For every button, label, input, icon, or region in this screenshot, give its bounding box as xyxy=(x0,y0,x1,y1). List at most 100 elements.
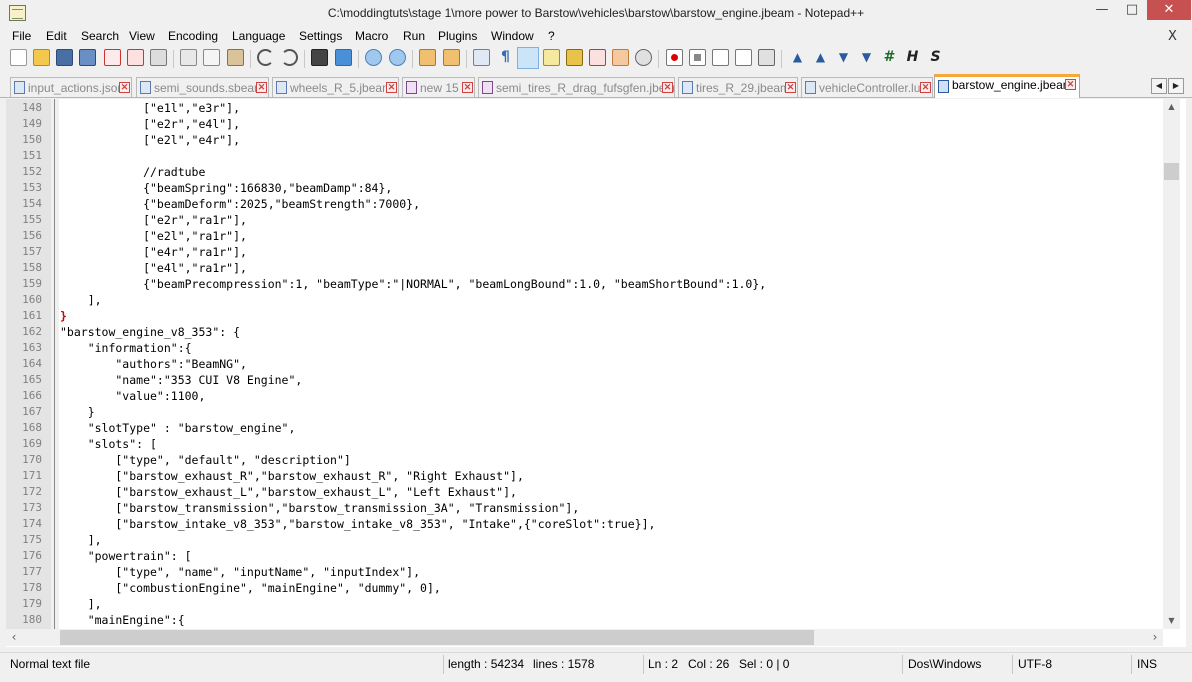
tab-close-icon[interactable]: ✕ xyxy=(1065,79,1076,90)
tab-close-icon[interactable]: ✕ xyxy=(256,82,267,93)
tab-tires-r-29[interactable]: tires_R_29.jbeam ✕ xyxy=(678,77,798,97)
code-line: ], xyxy=(60,293,102,307)
menu-edit[interactable]: Edit xyxy=(46,29,67,43)
save-icon[interactable] xyxy=(56,49,73,66)
paste-icon[interactable] xyxy=(227,49,244,66)
scroll-down-icon[interactable]: ▼ xyxy=(1163,613,1180,629)
tab-semi-tires[interactable]: semi_tires_R_drag_fufsgfen.jbeam ✕ xyxy=(478,77,675,97)
close-document-button[interactable]: X xyxy=(1168,29,1177,44)
code-line: ["e2r","e4l"], xyxy=(60,117,241,131)
status-eol[interactable]: Dos\Windows xyxy=(908,657,981,671)
tab-new-15[interactable]: new 15 ✕ xyxy=(402,77,475,97)
horizontal-scroll-thumb[interactable] xyxy=(60,630,814,645)
code-line: "authors":"BeamNG", xyxy=(60,357,247,371)
menu-language[interactable]: Language xyxy=(232,29,285,43)
tab-label: semi_sounds.sbeam xyxy=(154,81,265,95)
sync-vertical-icon[interactable] xyxy=(419,49,436,66)
zoom-in-icon[interactable] xyxy=(365,49,382,66)
menu-file[interactable]: File xyxy=(12,29,31,43)
minimize-button[interactable]: — xyxy=(1087,0,1117,20)
code-line: ["e1l","e3r"], xyxy=(60,101,241,115)
tab-input-actions[interactable]: input_actions.json ✕ xyxy=(10,77,132,97)
play-macro-icon[interactable] xyxy=(712,49,729,66)
replace-icon[interactable] xyxy=(335,49,352,66)
scroll-right-icon[interactable]: › xyxy=(1147,629,1163,646)
sync-horizontal-icon[interactable] xyxy=(443,49,460,66)
fold-margin[interactable] xyxy=(51,99,59,629)
indent-guide-icon[interactable] xyxy=(517,47,539,69)
notepad-plus-plus-window: C:\moddingtuts\stage 1\more power to Bar… xyxy=(0,0,1192,682)
menu-settings[interactable]: Settings xyxy=(299,29,342,43)
tab-close-icon[interactable]: ✕ xyxy=(462,82,473,93)
menu-window[interactable]: Window xyxy=(491,29,534,43)
find-icon[interactable] xyxy=(311,49,328,66)
tab-close-icon[interactable]: ✕ xyxy=(386,82,397,93)
record-macro-icon[interactable] xyxy=(666,49,683,66)
toolbar-separator xyxy=(358,50,359,68)
close-icon[interactable] xyxy=(104,49,121,66)
plugin-down-icon[interactable]: ▼ xyxy=(835,49,852,66)
tab-wheels-r-5[interactable]: wheels_R_5.jbeam ✕ xyxy=(272,77,399,97)
tab-close-icon[interactable]: ✕ xyxy=(785,82,796,93)
menu-run[interactable]: Run xyxy=(403,29,425,43)
vertical-scroll-thumb[interactable] xyxy=(1164,163,1179,180)
tab-scroll-right-icon[interactable]: ▶ xyxy=(1168,78,1184,94)
tab-close-icon[interactable]: ✕ xyxy=(920,82,931,93)
horizontal-scrollbar[interactable]: ‹ › xyxy=(6,629,1163,646)
menu-encoding[interactable]: Encoding xyxy=(168,29,218,43)
status-insert-mode[interactable]: INS xyxy=(1137,657,1157,671)
monitoring-icon[interactable] xyxy=(635,49,652,66)
open-file-icon[interactable] xyxy=(33,49,50,66)
scroll-left-icon[interactable]: ‹ xyxy=(6,629,22,646)
close-all-icon[interactable] xyxy=(127,49,144,66)
undo-icon[interactable] xyxy=(257,49,274,66)
code-line: ["e2r","ra1r"], xyxy=(60,213,247,227)
code-line: ["e4l","ra1r"], xyxy=(60,261,247,275)
menu-view[interactable]: View xyxy=(129,29,155,43)
show-all-characters-icon[interactable]: ¶ xyxy=(497,49,514,66)
close-window-button[interactable]: ✕ xyxy=(1147,0,1191,20)
editor-area[interactable]: 148 149 150 151 152 153 154 155 156 157 158 159 160 1… xyxy=(6,99,1186,647)
menu-help[interactable]: ? xyxy=(548,29,555,43)
doc-map-icon[interactable] xyxy=(566,49,583,66)
line-number: 170 xyxy=(22,453,42,466)
code-line: ["e2l","ra1r"], xyxy=(60,229,247,243)
plugin-s-icon[interactable]: S xyxy=(927,49,944,66)
toolbar-separator xyxy=(781,50,782,68)
menu-search[interactable]: Search xyxy=(81,29,119,43)
menu-macro[interactable]: Macro xyxy=(355,29,388,43)
plugin-h-icon[interactable]: H xyxy=(904,49,921,66)
status-encoding[interactable]: UTF-8 xyxy=(1018,657,1052,671)
save-macro-icon[interactable] xyxy=(758,49,775,66)
folder-workspace-icon[interactable] xyxy=(612,49,629,66)
scroll-up-icon[interactable]: ▲ xyxy=(1163,99,1180,115)
tab-close-icon[interactable]: ✕ xyxy=(119,82,130,93)
tab-semi-sounds[interactable]: semi_sounds.sbeam ✕ xyxy=(136,77,269,97)
menu-plugins[interactable]: Plugins xyxy=(438,29,477,43)
plugin-jump-down-icon[interactable]: ▼ xyxy=(858,49,875,66)
cut-icon[interactable] xyxy=(180,49,197,66)
maximize-button[interactable]: □ xyxy=(1117,0,1147,20)
copy-icon[interactable] xyxy=(203,49,220,66)
plugin-jump-up-icon[interactable]: ▲ xyxy=(789,49,806,66)
new-file-icon[interactable] xyxy=(10,49,27,66)
redo-icon[interactable] xyxy=(281,49,298,66)
print-icon[interactable] xyxy=(150,49,167,66)
zoom-out-icon[interactable] xyxy=(389,49,406,66)
stop-record-icon[interactable] xyxy=(689,49,706,66)
tab-vehicle-controller[interactable]: vehicleController.lua ✕ xyxy=(801,77,933,97)
tab-close-icon[interactable]: ✕ xyxy=(662,82,673,93)
line-number: 171 xyxy=(22,469,42,482)
function-list-icon[interactable] xyxy=(589,49,606,66)
plugin-up-icon[interactable]: ▲ xyxy=(812,49,829,66)
file-icon xyxy=(682,81,693,94)
run-macro-multiple-icon[interactable] xyxy=(735,49,752,66)
user-defined-language-icon[interactable] xyxy=(543,49,560,66)
title-bar[interactable]: C:\moddingtuts\stage 1\more power to Bar… xyxy=(0,0,1192,27)
word-wrap-icon[interactable] xyxy=(473,49,490,66)
vertical-scrollbar[interactable]: ▲ ▼ xyxy=(1163,99,1180,629)
plugin-hash-icon[interactable]: # xyxy=(881,49,898,66)
tab-barstow-engine[interactable]: barstow_engine.jbeam ✕ xyxy=(934,74,1080,98)
tab-scroll-left-icon[interactable]: ◀ xyxy=(1151,78,1167,94)
save-all-icon[interactable] xyxy=(79,49,96,66)
